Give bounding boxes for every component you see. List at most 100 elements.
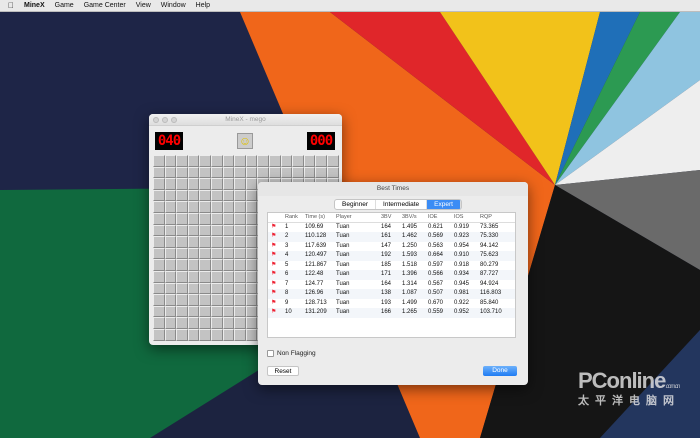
mine-cell[interactable] bbox=[153, 189, 165, 202]
mine-cell[interactable] bbox=[222, 155, 235, 167]
mine-cell[interactable] bbox=[210, 247, 223, 260]
mine-cell[interactable] bbox=[176, 294, 188, 306]
mine-cell[interactable] bbox=[187, 155, 200, 167]
table-row[interactable]: ⚑ 1 109.69 Tuan 164 1.495 0.621 0.919 73.365 bbox=[268, 223, 515, 233]
mine-cell[interactable] bbox=[234, 155, 246, 167]
mine-cell[interactable] bbox=[210, 155, 223, 167]
mine-cell[interactable] bbox=[153, 178, 165, 190]
menu-game[interactable]: Game bbox=[55, 2, 74, 9]
menu-game-center[interactable]: Game Center bbox=[84, 2, 126, 9]
mine-cell[interactable] bbox=[210, 224, 223, 237]
mine-cell[interactable] bbox=[210, 212, 223, 225]
mine-cell[interactable] bbox=[315, 166, 327, 179]
mine-cell[interactable] bbox=[210, 178, 223, 190]
mine-cell[interactable] bbox=[187, 178, 200, 190]
mine-cell[interactable] bbox=[245, 212, 258, 225]
mine-cell[interactable] bbox=[199, 259, 211, 271]
column-header[interactable]: IOS bbox=[454, 213, 463, 223]
mine-cell[interactable] bbox=[176, 166, 188, 179]
mine-cell[interactable] bbox=[164, 294, 177, 306]
mine-cell[interactable] bbox=[210, 270, 223, 283]
mine-cell[interactable] bbox=[234, 224, 246, 237]
mine-cell[interactable] bbox=[210, 259, 223, 271]
mine-cell[interactable] bbox=[199, 155, 211, 167]
mine-cell[interactable] bbox=[234, 236, 246, 248]
mine-cell[interactable] bbox=[292, 166, 304, 179]
mine-cell[interactable] bbox=[234, 305, 246, 318]
table-row[interactable]: ⚑ 8 126.96 Tuan 138 1.087 0.507 0.981 116.803 bbox=[268, 289, 515, 299]
mine-cell[interactable] bbox=[153, 282, 165, 295]
column-header[interactable]: Time (s) bbox=[305, 213, 325, 223]
menu-minex[interactable]: MineX bbox=[24, 2, 45, 9]
mine-cell[interactable] bbox=[176, 328, 188, 341]
mine-cell[interactable] bbox=[164, 201, 177, 213]
mine-cell[interactable] bbox=[245, 247, 258, 260]
non-flagging-checkbox[interactable]: Non Flagging bbox=[267, 350, 316, 357]
mine-cell[interactable] bbox=[245, 178, 258, 190]
column-header[interactable]: RQP bbox=[480, 213, 492, 223]
mine-cell[interactable] bbox=[222, 317, 235, 329]
mine-cell[interactable] bbox=[153, 201, 165, 213]
mine-cell[interactable] bbox=[210, 236, 223, 248]
mine-cell[interactable] bbox=[153, 328, 165, 341]
mine-cell[interactable] bbox=[280, 166, 293, 179]
mine-cell[interactable] bbox=[245, 317, 258, 329]
mine-cell[interactable] bbox=[280, 155, 293, 167]
mine-cell[interactable] bbox=[210, 166, 223, 179]
mine-cell[interactable] bbox=[176, 282, 188, 295]
mine-cell[interactable] bbox=[164, 247, 177, 260]
zoom-button[interactable] bbox=[171, 117, 177, 123]
mine-cell[interactable] bbox=[222, 294, 235, 306]
column-header[interactable]: IOE bbox=[428, 213, 437, 223]
mine-cell[interactable] bbox=[268, 166, 281, 179]
mine-cell[interactable] bbox=[164, 282, 177, 295]
mine-cell[interactable] bbox=[245, 166, 258, 179]
mine-cell[interactable] bbox=[199, 282, 211, 295]
mine-cell[interactable] bbox=[176, 270, 188, 283]
table-row[interactable]: ⚑ 9 128.713 Tuan 193 1.499 0.670 0.922 85.840 bbox=[268, 299, 515, 309]
mine-cell[interactable] bbox=[199, 236, 211, 248]
mine-cell[interactable] bbox=[199, 166, 211, 179]
smiley-face-button[interactable]: ☺ bbox=[237, 133, 253, 149]
mine-cell[interactable] bbox=[234, 282, 246, 295]
mine-cell[interactable] bbox=[326, 155, 339, 167]
mine-cell[interactable] bbox=[176, 212, 188, 225]
mine-cell[interactable] bbox=[292, 155, 304, 167]
mine-cell[interactable] bbox=[245, 270, 258, 283]
mine-cell[interactable] bbox=[234, 294, 246, 306]
mine-cell[interactable] bbox=[222, 247, 235, 260]
checkbox-box[interactable] bbox=[267, 350, 274, 357]
mine-cell[interactable] bbox=[164, 305, 177, 318]
mine-cell[interactable] bbox=[176, 259, 188, 271]
mine-cell[interactable] bbox=[187, 212, 200, 225]
mine-cell[interactable] bbox=[176, 317, 188, 329]
mine-cell[interactable] bbox=[199, 270, 211, 283]
mine-cell[interactable] bbox=[234, 259, 246, 271]
mine-cell[interactable] bbox=[222, 212, 235, 225]
mine-cell[interactable] bbox=[245, 155, 258, 167]
table-row[interactable]: ⚑ 4 120.497 Tuan 192 1.593 0.664 0.910 75.623 bbox=[268, 251, 515, 261]
mine-cell[interactable] bbox=[187, 317, 200, 329]
mine-cell[interactable] bbox=[187, 305, 200, 318]
mine-cell[interactable] bbox=[222, 166, 235, 179]
mine-cell[interactable] bbox=[176, 155, 188, 167]
mine-cell[interactable] bbox=[234, 328, 246, 341]
mine-cell[interactable] bbox=[164, 259, 177, 271]
table-row[interactable]: ⚑ 2 110.128 Tuan 161 1.462 0.569 0.923 75.330 bbox=[268, 232, 515, 242]
column-header[interactable]: 3BV bbox=[381, 213, 391, 223]
tab-intermediate[interactable]: Intermediate bbox=[376, 200, 428, 209]
mine-cell[interactable] bbox=[153, 236, 165, 248]
mine-cell[interactable] bbox=[153, 224, 165, 237]
close-button[interactable] bbox=[153, 117, 159, 123]
mine-cell[interactable] bbox=[187, 166, 200, 179]
mine-cell[interactable] bbox=[222, 259, 235, 271]
mine-cell[interactable] bbox=[210, 317, 223, 329]
mine-cell[interactable] bbox=[164, 236, 177, 248]
column-header[interactable]: 3BV/s bbox=[402, 213, 417, 223]
mine-cell[interactable] bbox=[153, 259, 165, 271]
mine-cell[interactable] bbox=[234, 201, 246, 213]
mine-cell[interactable] bbox=[222, 305, 235, 318]
apple-icon[interactable]:  bbox=[8, 1, 14, 10]
mine-cell[interactable] bbox=[222, 224, 235, 237]
table-row[interactable]: ⚑ 10 131.209 Tuan 166 1.265 0.559 0.952 103.710 bbox=[268, 308, 515, 318]
